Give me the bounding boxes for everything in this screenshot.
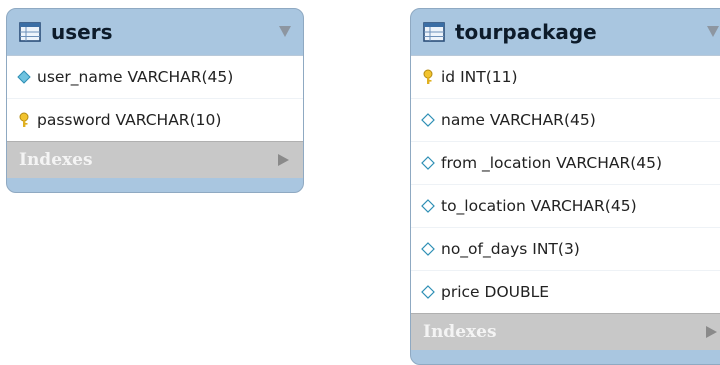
column-row[interactable]: name VARCHAR(45): [411, 99, 720, 142]
column-text: name VARCHAR(45): [441, 111, 596, 129]
entity-tourpackage-table[interactable]: tourpackage id INT(11) name VARCHAR(45) …: [410, 8, 720, 365]
expand-arrow-icon[interactable]: [278, 154, 289, 166]
column-row[interactable]: price DOUBLE: [411, 271, 720, 313]
column-row[interactable]: user_name VARCHAR(45): [7, 56, 303, 99]
column-text: price DOUBLE: [441, 283, 550, 301]
entity-title: users: [51, 20, 113, 44]
indexes-label: Indexes: [423, 322, 497, 342]
table-icon: [19, 22, 41, 42]
diamond-icon: [17, 70, 31, 84]
diamond-icon: [421, 199, 435, 213]
diamond-icon: [421, 156, 435, 170]
indexes-section[interactable]: Indexes: [7, 141, 303, 178]
entity-footer: [7, 178, 303, 192]
table-icon: [423, 22, 445, 42]
diamond-icon: [421, 242, 435, 256]
column-text: user_name VARCHAR(45): [37, 68, 234, 86]
column-text: from _location VARCHAR(45): [441, 154, 663, 172]
key-icon: [19, 112, 29, 127]
collapse-arrow-icon[interactable]: [279, 26, 291, 37]
column-list: id INT(11) name VARCHAR(45) from _locati…: [411, 55, 720, 313]
entity-title: tourpackage: [455, 20, 597, 44]
indexes-label: Indexes: [19, 150, 93, 170]
indexes-section[interactable]: Indexes: [411, 313, 720, 350]
column-text: to_location VARCHAR(45): [441, 197, 637, 215]
expand-arrow-icon[interactable]: [706, 326, 717, 338]
column-text: id INT(11): [441, 68, 518, 86]
entity-header[interactable]: users: [7, 9, 303, 55]
diamond-icon: [421, 113, 435, 127]
entity-header[interactable]: tourpackage: [411, 9, 720, 55]
diamond-icon: [421, 285, 435, 299]
column-row[interactable]: from _location VARCHAR(45): [411, 142, 720, 185]
column-row[interactable]: id INT(11): [411, 56, 720, 99]
entity-footer: [411, 350, 720, 364]
key-icon: [423, 69, 433, 84]
column-text: no_of_days INT(3): [441, 240, 580, 258]
column-row[interactable]: no_of_days INT(3): [411, 228, 720, 271]
column-text: password VARCHAR(10): [37, 111, 222, 129]
column-row[interactable]: to_location VARCHAR(45): [411, 185, 720, 228]
column-row[interactable]: password VARCHAR(10): [7, 99, 303, 141]
entity-users-table[interactable]: users user_name VARCHAR(45) password VAR…: [6, 8, 304, 193]
column-list: user_name VARCHAR(45) password VARCHAR(1…: [7, 55, 303, 141]
collapse-arrow-icon[interactable]: [707, 26, 719, 37]
